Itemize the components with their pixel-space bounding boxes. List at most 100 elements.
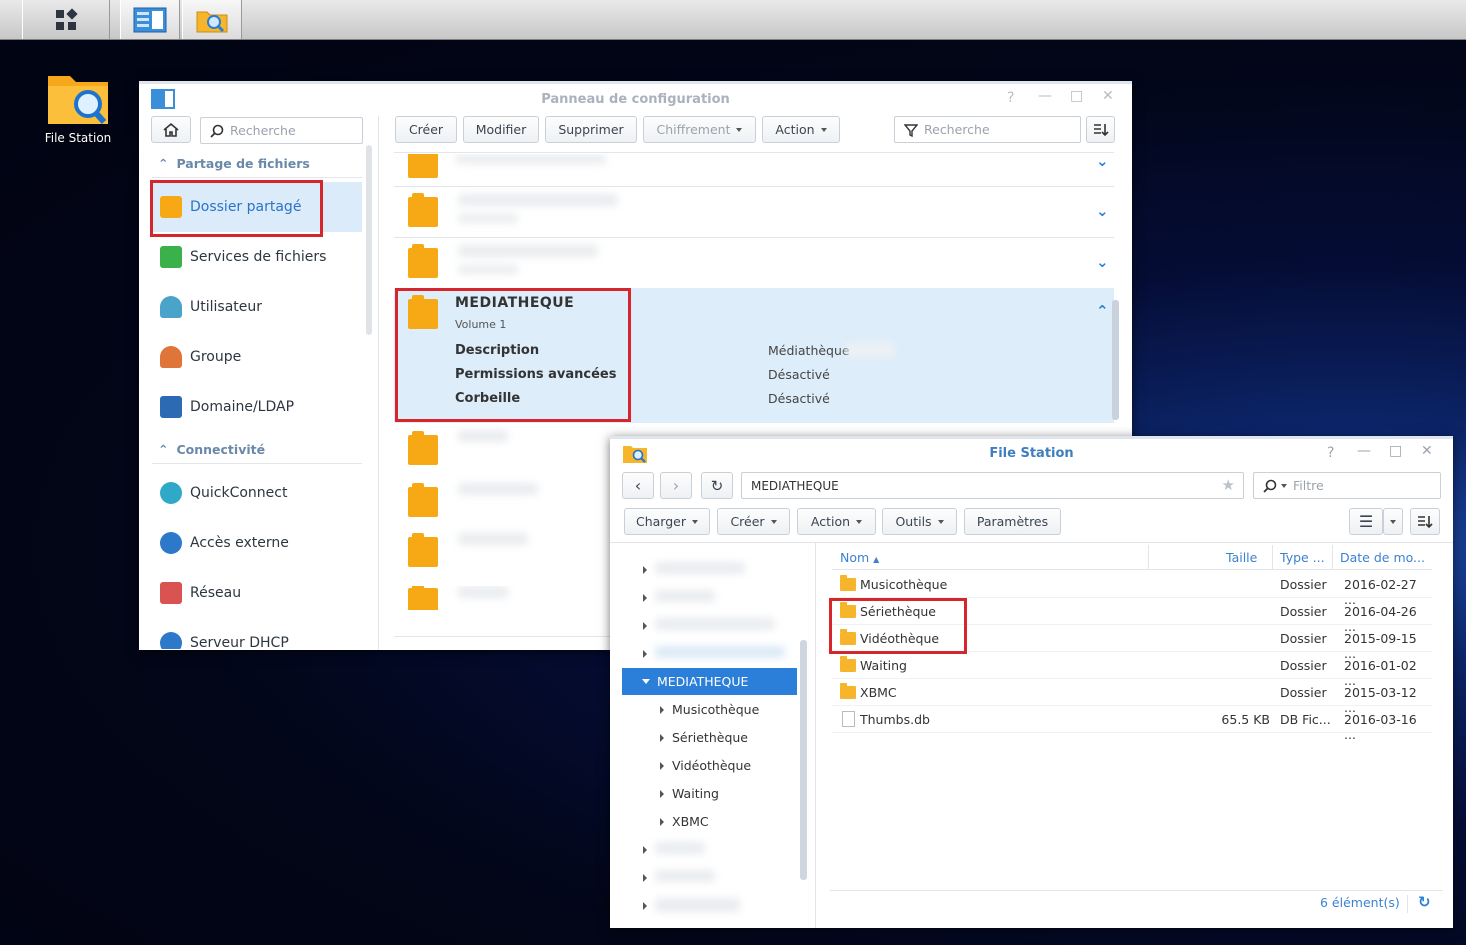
file-row[interactable]: XBMC Dossier 2015-03-12 ... bbox=[832, 679, 1432, 715]
share-row[interactable] bbox=[394, 154, 1114, 186]
sidebar-item-file-services[interactable]: Services de fichiers bbox=[152, 232, 362, 282]
chevron-left-icon: ‹ bbox=[634, 476, 642, 495]
caret-down-icon bbox=[820, 127, 827, 132]
sidebar-item-quickconnect[interactable]: QuickConnect bbox=[152, 468, 362, 518]
refresh-button[interactable]: ↻ bbox=[701, 472, 733, 499]
expand-arrow-icon[interactable] bbox=[643, 902, 647, 910]
tree-item-waiting[interactable]: Waiting bbox=[660, 786, 719, 801]
tree-item-xbmc[interactable]: XBMC bbox=[660, 814, 709, 829]
encryption-label: Chiffrement bbox=[656, 122, 731, 137]
shared-folder-icon bbox=[408, 244, 438, 278]
column-date[interactable]: Date de mo... bbox=[1340, 550, 1425, 565]
expand-arrow-icon[interactable] bbox=[643, 622, 647, 630]
item-count: 6 élément(s) bbox=[1320, 895, 1400, 910]
tree-scrollbar[interactable] bbox=[800, 640, 807, 880]
minimize-icon[interactable]: — bbox=[1357, 443, 1371, 459]
sidebar-item-domain-ldap[interactable]: Domaine/LDAP bbox=[152, 382, 362, 432]
tree-item-mediatheque[interactable]: MEDIATHEQUE bbox=[622, 668, 797, 695]
list-scrollbar[interactable] bbox=[1112, 300, 1119, 420]
home-button[interactable] bbox=[151, 116, 191, 143]
expand-arrow-icon[interactable] bbox=[643, 846, 647, 854]
expand-arrow-icon[interactable] bbox=[643, 874, 647, 882]
file-row[interactable]: Vidéothèque Dossier 2015-09-15 ... bbox=[832, 625, 1432, 661]
list-view-button[interactable]: ☰ bbox=[1349, 508, 1383, 535]
file-row[interactable]: Sériethèque Dossier 2016-04-26 ... bbox=[832, 598, 1432, 634]
close-icon[interactable]: ✕ bbox=[1102, 88, 1114, 104]
blurred-text bbox=[655, 870, 715, 882]
sidebar-item-network[interactable]: Réseau bbox=[152, 568, 362, 618]
taskbar-file-station[interactable] bbox=[182, 0, 242, 39]
chevron-down-icon[interactable]: ⌄ bbox=[1096, 253, 1109, 271]
shared-folder-icon bbox=[408, 431, 438, 465]
column-divider bbox=[1332, 545, 1333, 569]
fs-filter-input[interactable]: Filtre bbox=[1253, 472, 1441, 499]
section-file-sharing[interactable]: ⌃ Partage de fichiers bbox=[158, 156, 310, 171]
tree-item-musicotheque[interactable]: Musicothèque bbox=[660, 702, 759, 717]
upload-dropdown[interactable]: Charger bbox=[624, 508, 710, 535]
view-options-button[interactable] bbox=[1383, 508, 1403, 535]
column-name[interactable]: Nom ▲ bbox=[840, 550, 879, 565]
file-row[interactable]: Thumbs.db 65.5 KB DB Fic... 2016-03-16 .… bbox=[832, 706, 1432, 742]
refresh-icon[interactable]: ↻ bbox=[1418, 893, 1431, 911]
main-menu-button[interactable] bbox=[22, 0, 110, 39]
path-field[interactable]: MEDIATHEQUE ★ bbox=[741, 472, 1244, 499]
domain-icon bbox=[160, 396, 182, 418]
taskbar-control-panel[interactable] bbox=[120, 0, 180, 39]
close-icon[interactable]: ✕ bbox=[1421, 443, 1433, 459]
tools-dropdown[interactable]: Outils bbox=[882, 508, 957, 535]
maximize-icon[interactable]: □ bbox=[1070, 88, 1083, 104]
path-text: MEDIATHEQUE bbox=[751, 478, 839, 493]
sidebar-item-user[interactable]: Utilisateur bbox=[152, 282, 362, 332]
star-icon[interactable]: ★ bbox=[1222, 476, 1235, 494]
desktop-file-station[interactable]: File Station bbox=[36, 70, 120, 145]
file-name: Vidéothèque bbox=[860, 631, 940, 646]
help-icon[interactable]: ? bbox=[1007, 90, 1014, 106]
help-icon[interactable]: ? bbox=[1327, 445, 1334, 461]
file-row[interactable]: Waiting Dossier 2016-01-02 ... bbox=[832, 652, 1432, 688]
expand-arrow-icon bbox=[660, 734, 664, 742]
file-row[interactable]: Musicothèque Dossier 2016-02-27 ... bbox=[832, 571, 1432, 607]
dhcp-icon bbox=[160, 632, 182, 649]
forward-button[interactable]: › bbox=[660, 472, 692, 499]
minimize-icon[interactable]: — bbox=[1038, 88, 1052, 104]
chevron-down-icon[interactable]: ⌄ bbox=[1096, 202, 1109, 220]
detail-label: Corbeille bbox=[455, 391, 521, 406]
back-button[interactable]: ‹ bbox=[622, 472, 654, 499]
section-connectivity[interactable]: ⌃ Connectivité bbox=[158, 442, 265, 457]
chevron-up-icon[interactable]: ⌃ bbox=[1096, 302, 1109, 320]
sidebar-scrollbar[interactable] bbox=[366, 145, 372, 335]
expand-arrow-icon[interactable] bbox=[643, 650, 647, 658]
cp-search-placeholder: Recherche bbox=[230, 123, 296, 138]
fs-create-dropdown[interactable]: Créer bbox=[717, 508, 790, 535]
column-type[interactable]: Type ... bbox=[1280, 550, 1325, 565]
sidebar-item-dhcp-server[interactable]: Serveur DHCP bbox=[152, 618, 362, 649]
settings-button[interactable]: Paramètres bbox=[964, 508, 1061, 535]
sidebar-item-group[interactable]: Groupe bbox=[152, 332, 362, 382]
file-name: Waiting bbox=[860, 658, 907, 673]
column-size[interactable]: Taille bbox=[1226, 550, 1257, 565]
file-type: Dossier bbox=[1280, 685, 1327, 700]
modify-button[interactable]: Modifier bbox=[463, 116, 539, 143]
tree-item-videotheque[interactable]: Vidéothèque bbox=[660, 758, 751, 773]
cp-filter-input[interactable]: Recherche bbox=[894, 116, 1081, 143]
cp-search-input[interactable]: Recherche bbox=[200, 117, 363, 144]
expand-arrow-icon[interactable] bbox=[643, 566, 647, 574]
create-button[interactable]: Créer bbox=[395, 116, 457, 143]
fs-action-dropdown[interactable]: Action bbox=[797, 508, 876, 535]
expand-arrow-icon[interactable] bbox=[643, 594, 647, 602]
caret-down-icon bbox=[1281, 483, 1287, 488]
globe-icon bbox=[160, 532, 182, 554]
delete-button[interactable]: Supprimer bbox=[545, 116, 637, 143]
action-dropdown[interactable]: Action bbox=[762, 116, 840, 143]
shared-folder-icon bbox=[408, 154, 438, 178]
blurred-text bbox=[655, 618, 775, 630]
chevron-down-icon[interactable]: ⌄ bbox=[1096, 152, 1109, 170]
sidebar-item-shared-folder[interactable]: Dossier partagé bbox=[152, 182, 362, 232]
tree-item-seriatheque[interactable]: Sériethèque bbox=[660, 730, 748, 745]
fs-sort-button[interactable] bbox=[1410, 508, 1440, 535]
maximize-icon[interactable]: □ bbox=[1389, 443, 1402, 459]
file-type: DB Fic... bbox=[1280, 712, 1331, 727]
sort-button[interactable] bbox=[1086, 116, 1115, 143]
encryption-dropdown[interactable]: Chiffrement bbox=[643, 116, 756, 143]
sidebar-item-external-access[interactable]: Accès externe bbox=[152, 518, 362, 568]
